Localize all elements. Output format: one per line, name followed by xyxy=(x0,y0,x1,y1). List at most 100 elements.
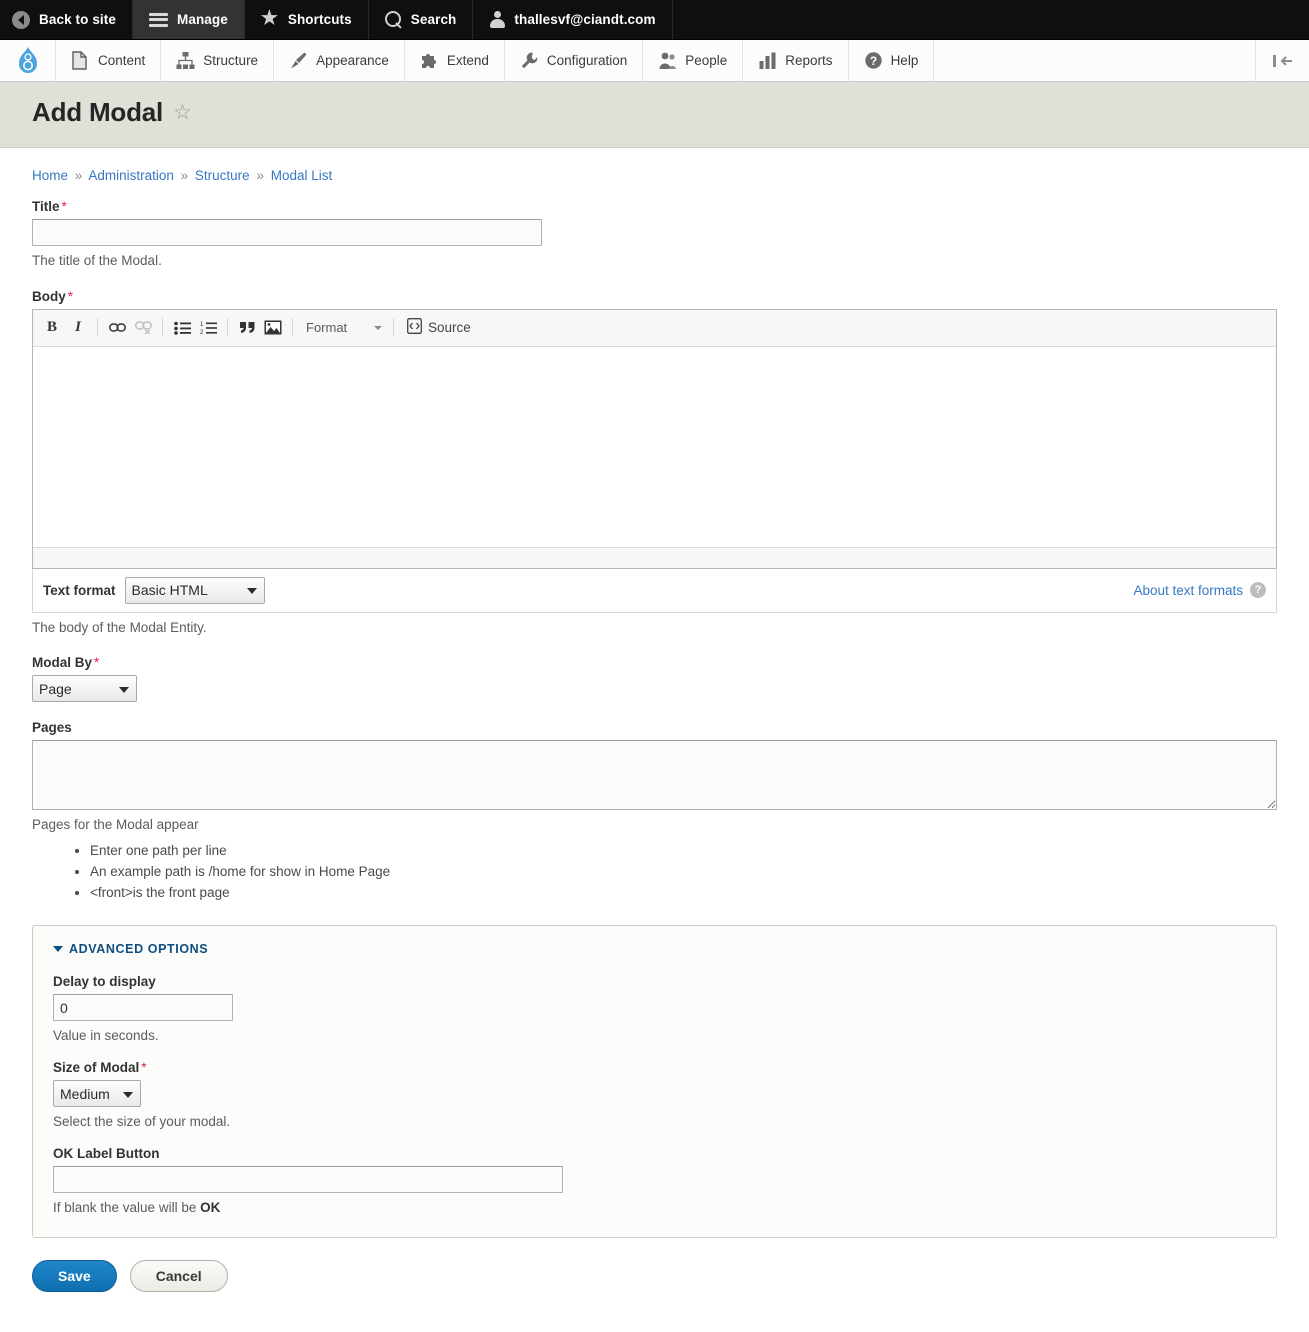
toolbar-tab-user-account[interactable]: thallesvf@ciandt.com xyxy=(473,0,673,39)
image-icon[interactable] xyxy=(260,315,286,341)
modal-by-select[interactable]: Page xyxy=(32,675,137,703)
svg-text:1: 1 xyxy=(200,322,204,328)
pages-label: Pages xyxy=(32,720,1277,735)
puzzle-icon xyxy=(420,51,439,70)
admin-menu-item-help[interactable]: ? Help xyxy=(849,40,935,81)
ok-label-description-prefix: If blank the value will be xyxy=(53,1199,201,1215)
size-select-wrap: Medium xyxy=(53,1080,141,1108)
format-dropdown-label: Format xyxy=(306,320,348,336)
admin-menu-label: Reports xyxy=(785,53,833,68)
toolbar-tab-shortcuts[interactable]: ★ Shortcuts xyxy=(245,0,369,39)
admin-menu-label: Extend xyxy=(446,53,489,68)
drupal-logo-icon[interactable] xyxy=(0,40,56,81)
field-ok-label-button: OK Label Button If blank the value will … xyxy=(53,1146,1256,1218)
required-marker: * xyxy=(67,288,74,304)
delay-input[interactable] xyxy=(53,994,233,1022)
link-icon[interactable] xyxy=(104,315,130,341)
star-icon: ★ xyxy=(260,8,278,29)
main-content: Home » Administration » Structure » Moda… xyxy=(0,148,1309,1332)
breadcrumb-link-administration[interactable]: Administration xyxy=(88,168,174,183)
admin-menu-label: Help xyxy=(890,53,919,68)
about-text-formats-link[interactable]: About text formats xyxy=(1133,583,1243,598)
ok-label-label: OK Label Button xyxy=(53,1145,160,1161)
admin-menu-item-extend[interactable]: Extend xyxy=(405,40,505,81)
source-button-label: Source xyxy=(428,320,471,336)
question-mark-icon[interactable]: ? xyxy=(1250,582,1266,599)
size-label-text: Size of Modal xyxy=(53,1060,140,1076)
admin-menu-bar: Content Structure Appearance Extend Conf… xyxy=(0,40,1309,82)
vertical-orientation-icon[interactable] xyxy=(1256,40,1309,81)
numbered-list-icon[interactable]: 12 xyxy=(195,315,221,341)
text-format-row: Text format Basic HTML About text format… xyxy=(32,568,1277,613)
source-code-icon xyxy=(407,318,422,337)
body-editable-area[interactable] xyxy=(33,346,1276,547)
title-input[interactable] xyxy=(32,219,542,246)
breadcrumb-link-structure[interactable]: Structure xyxy=(195,168,250,183)
bulleted-list-icon[interactable] xyxy=(169,315,195,341)
pages-description: Pages for the Modal appear xyxy=(32,817,199,833)
advanced-options-legend: ADVANCED OPTIONS xyxy=(69,942,209,957)
document-icon xyxy=(71,51,90,70)
triangle-down-icon xyxy=(53,946,63,953)
list-item: An example path is /home for show in Hom… xyxy=(90,862,1277,883)
cancel-button[interactable]: Cancel xyxy=(129,1260,228,1293)
admin-menu-item-configuration[interactable]: Configuration xyxy=(505,40,644,81)
toolbar-tab-back-to-site[interactable]: Back to site xyxy=(0,0,133,39)
field-title: Title * The title of the Modal. xyxy=(32,199,1277,271)
title-description: The title of the Modal. xyxy=(32,253,162,268)
breadcrumb-link-modal-list[interactable]: Modal List xyxy=(271,168,333,183)
toolbar-tab-search[interactable]: Search xyxy=(369,0,474,39)
breadcrumb: Home » Administration » Structure » Moda… xyxy=(32,148,1277,199)
about-text-formats: About text formats ? xyxy=(1133,582,1266,599)
modal-by-label: Modal By * xyxy=(32,655,1277,670)
admin-menu-item-reports[interactable]: Reports xyxy=(743,40,849,81)
field-pages: Pages Pages for the Modal appear Enter o… xyxy=(32,720,1277,903)
format-dropdown[interactable]: Format xyxy=(299,315,387,341)
save-button[interactable]: Save xyxy=(32,1260,117,1293)
required-marker: * xyxy=(61,199,67,214)
admin-menu-label: Content xyxy=(98,53,146,68)
toolbar-tab-manage[interactable]: Manage xyxy=(132,0,245,39)
field-body: Body * B I 12 Format Source Text format … xyxy=(32,289,1277,638)
toolbar-user-email: thallesvf@ciandt.com xyxy=(514,11,656,27)
wrench-icon xyxy=(520,51,539,70)
text-format-select[interactable]: Basic HTML xyxy=(124,576,265,604)
blockquote-icon[interactable] xyxy=(234,315,260,341)
toolbar-separator xyxy=(162,318,163,338)
advanced-options-toggle[interactable]: ADVANCED OPTIONS xyxy=(53,942,1256,956)
back-arrow-icon xyxy=(12,10,30,29)
paintbrush-icon xyxy=(289,51,308,70)
toolbar-tab-label: Shortcuts xyxy=(287,11,352,27)
admin-menu-item-people[interactable]: People xyxy=(643,40,744,81)
toolbar-tab-label: Search xyxy=(410,11,457,27)
toolbar-tab-label: Back to site xyxy=(39,11,116,27)
field-modal-by: Modal By * Page xyxy=(32,655,1277,703)
modal-by-select-wrap: Page xyxy=(32,675,137,703)
admin-menu-item-structure[interactable]: Structure xyxy=(161,40,275,81)
breadcrumb-separator: » xyxy=(256,168,264,183)
ok-label-input[interactable] xyxy=(53,1165,563,1193)
field-size-of-modal: Size of Modal * Medium Select the size of… xyxy=(53,1060,1256,1132)
hamburger-icon xyxy=(148,12,168,27)
page-header: Add Modal ☆ xyxy=(0,82,1309,148)
admin-menu-item-appearance[interactable]: Appearance xyxy=(274,40,405,81)
required-marker: * xyxy=(141,1060,147,1076)
toolbar-tab-label: Manage xyxy=(176,11,228,27)
modal-by-label-text: Modal By xyxy=(32,655,93,671)
source-button[interactable]: Source xyxy=(400,315,478,341)
star-outline-icon[interactable]: ☆ xyxy=(173,102,192,123)
bold-icon[interactable]: B xyxy=(39,315,65,341)
size-label: Size of Modal * xyxy=(53,1060,1256,1075)
toolbar-separator xyxy=(393,318,394,338)
list-item: <front>is the front page xyxy=(90,883,1277,904)
admin-menu-item-content[interactable]: Content xyxy=(56,40,162,81)
toolbar-separator xyxy=(292,318,293,338)
size-of-modal-select[interactable]: Medium xyxy=(53,1080,141,1108)
form-actions: Save Cancel xyxy=(32,1238,1277,1332)
breadcrumb-link-home[interactable]: Home xyxy=(32,168,68,183)
italic-icon[interactable]: I xyxy=(65,315,91,341)
ok-label-description: If blank the value will be OK xyxy=(53,1198,1256,1218)
svg-text:?: ? xyxy=(869,54,876,68)
pages-textarea[interactable] xyxy=(32,740,1277,811)
svg-text:2: 2 xyxy=(200,330,204,335)
